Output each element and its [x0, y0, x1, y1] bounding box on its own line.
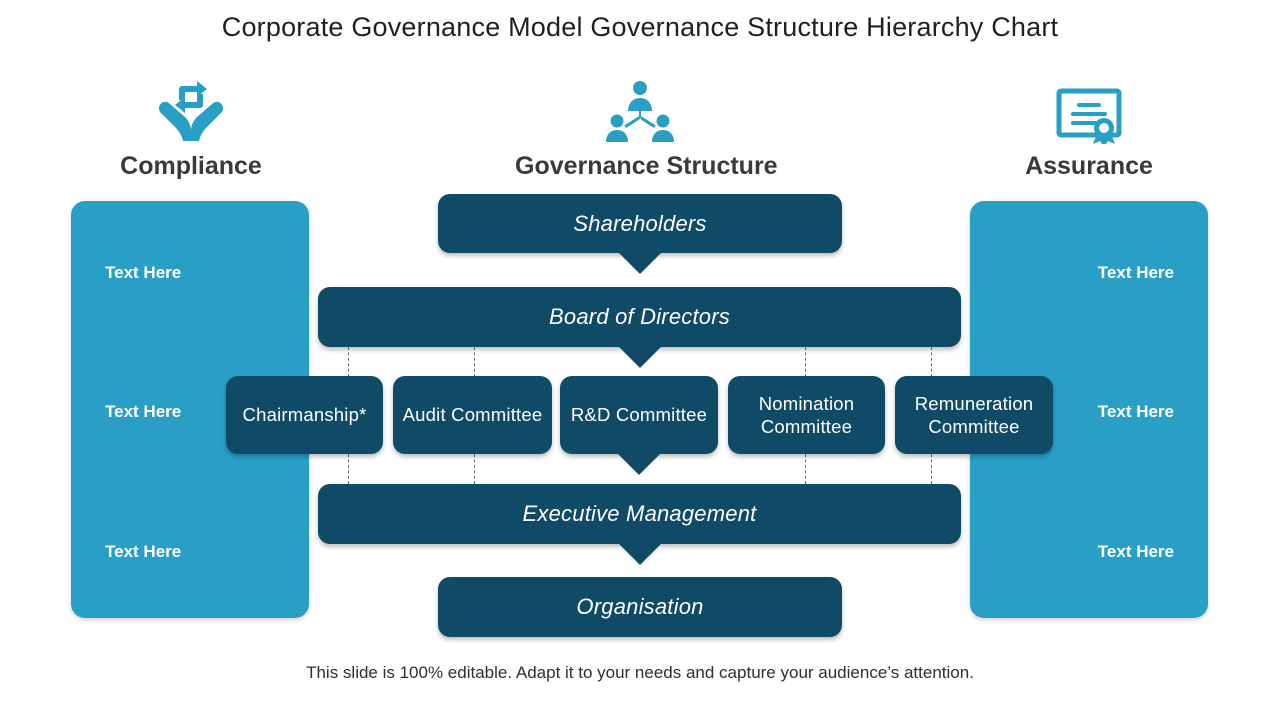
assurance-text-item-2: Text Here — [1097, 402, 1174, 421]
node-label-executive-management: Executive Management — [522, 501, 757, 526]
compliance-text-item-3: Text Here — [105, 542, 182, 561]
node-label-committee-2: Audit Committee — [402, 404, 543, 426]
node-committee-rnd[interactable]: R&D Committee — [560, 376, 718, 454]
node-board-of-directors[interactable]: Board of Directors — [318, 287, 961, 347]
page-title: Corporate Governance Model Governance St… — [221, 12, 1059, 42]
node-shareholders[interactable]: Shareholders — [438, 194, 842, 253]
dashed-connector-committee-5 — [931, 347, 932, 377]
certificate-award-icon — [964, 78, 1214, 144]
node-committee-nomination[interactable]: Nomination Committee — [728, 376, 885, 454]
assurance-text-item-3: Text Here — [1097, 542, 1174, 561]
compliance-text-item-2: Text Here — [105, 402, 182, 421]
node-label-organisation: Organisation — [576, 594, 704, 619]
node-executive-management[interactable]: Executive Management — [318, 484, 961, 544]
node-label-shareholders: Shareholders — [573, 210, 707, 236]
node-label-committee-4: Nomination Committee — [758, 392, 855, 437]
dashed-connector-committee-1 — [348, 347, 349, 377]
node-label-board-of-directors: Board of Directors — [549, 304, 730, 329]
dashed-connector-committee-4 — [805, 347, 806, 377]
node-committee-remuneration[interactable]: Remuneration Committee — [895, 376, 1053, 454]
compliance-text-item-1: Text Here — [105, 263, 182, 282]
node-label-committee-5: Remuneration Committee — [914, 392, 1034, 437]
node-organisation[interactable]: Organisation — [438, 577, 842, 637]
node-committee-chairmanship[interactable]: Chairmanship* — [226, 376, 383, 454]
dashed-connector-exec-2 — [474, 454, 475, 484]
assurance-text-item-1: Text Here — [1097, 263, 1174, 282]
column-label-compliance: Compliance — [120, 152, 262, 180]
footer-note: This slide is 100% editable. Adapt it to… — [306, 663, 974, 682]
hands-holding-recycle-arrows-icon — [66, 78, 316, 144]
column-header-governance: Governance Structure — [515, 78, 778, 181]
node-label-committee-3: R&D Committee — [570, 404, 708, 426]
column-label-assurance: Assurance — [1025, 152, 1153, 180]
org-people-hierarchy-icon — [515, 78, 765, 144]
node-label-committee-1: Chairmanship* — [242, 404, 367, 426]
dashed-connector-committee-2 — [474, 347, 475, 377]
node-committee-audit[interactable]: Audit Committee — [393, 376, 552, 454]
column-label-governance: Governance Structure — [515, 152, 778, 180]
column-header-assurance: Assurance — [964, 78, 1214, 181]
dashed-connector-exec-4 — [805, 454, 806, 484]
dashed-connector-exec-5 — [931, 454, 932, 484]
slide-canvas: Corporate Governance Model Governance St… — [0, 0, 1280, 720]
dashed-connector-exec-1 — [348, 454, 349, 484]
column-header-compliance: Compliance — [66, 78, 316, 181]
